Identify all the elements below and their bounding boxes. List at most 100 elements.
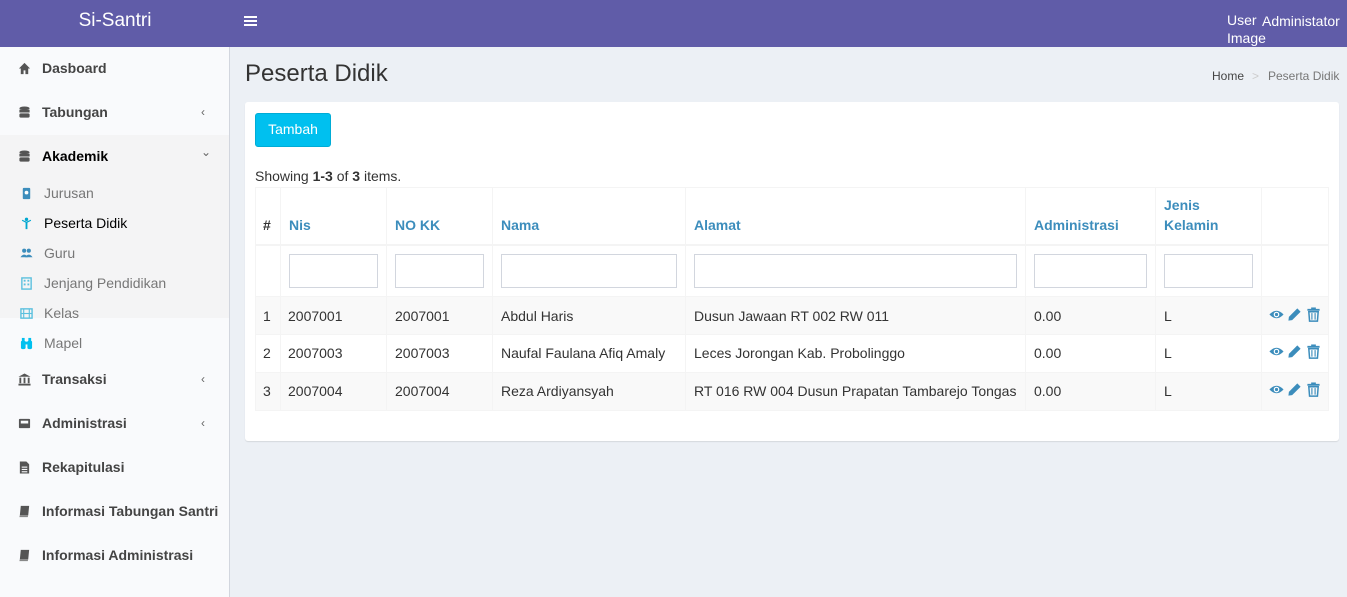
- sidebar-item-label: Tabungan: [42, 104, 108, 120]
- sidebar-item-label: Administrasi: [42, 415, 127, 431]
- table-border: [255, 187, 1329, 188]
- sidebar-item-guru[interactable]: Guru: [0, 238, 229, 268]
- table-border: [280, 187, 281, 410]
- sidebar-item-kelas[interactable]: Kelas: [0, 298, 229, 328]
- sidebar-subitem-label: Jurusan: [44, 185, 94, 201]
- app-name[interactable]: Si-Santri: [79, 0, 152, 42]
- sidebar-item-label: Informasi Tabungan Santri: [42, 503, 219, 519]
- cell-jenis-kelamin: L: [1164, 345, 1172, 361]
- sidebar-subitem-label: Kelas: [44, 305, 80, 321]
- bank-icon: [18, 373, 31, 386]
- column-header-kelamin: Kelamin: [1164, 217, 1219, 233]
- summary-suffix: items.: [360, 168, 402, 184]
- cell-number: 3: [263, 383, 271, 399]
- binoculars-icon: [20, 337, 33, 350]
- breadcrumb-separator: >: [1252, 69, 1260, 83]
- sidebar-item-jenjang-pendidikan[interactable]: Jenjang Pendidikan: [0, 268, 229, 298]
- view-eye-icon[interactable]: [1269, 344, 1284, 359]
- cell-no-kk: 2007003: [395, 345, 450, 361]
- column-header-administrasi[interactable]: Administrasi: [1034, 215, 1119, 235]
- sidebar-item-peserta-didik[interactable]: Peserta Didik: [0, 208, 229, 238]
- breadcrumb-home[interactable]: Home: [1212, 69, 1244, 83]
- row-actions: [1269, 344, 1325, 360]
- cell-nis: 2007001: [288, 308, 343, 324]
- sidebar-item-dasboard[interactable]: Dasboard: [0, 47, 229, 91]
- sidebar-item-jurusan[interactable]: Jurusan: [0, 178, 229, 208]
- breadcrumb-current: Peserta Didik: [1268, 69, 1340, 83]
- user-name[interactable]: Administator: [1262, 13, 1340, 29]
- sidebar-subitem-label: Peserta Didik: [44, 215, 128, 231]
- sidebar-item-tabungan[interactable]: Tabungan ‹: [0, 91, 229, 135]
- filter-jenis-kelamin-input[interactable]: [1164, 254, 1253, 288]
- summary-text: Showing 1-3 of 3 items.: [255, 168, 401, 184]
- table-border: [1261, 187, 1262, 410]
- column-header-nama[interactable]: Nama: [501, 215, 539, 235]
- filter-nama-input[interactable]: [501, 254, 677, 288]
- book-icon: [19, 505, 30, 518]
- cell-nis: 2007004: [288, 383, 343, 399]
- edit-pencil-icon[interactable]: [1287, 307, 1302, 322]
- delete-trash-icon[interactable]: [1306, 344, 1321, 359]
- filter-administrasi-input[interactable]: [1034, 254, 1147, 288]
- sidebar-item-transaksi[interactable]: Transaksi ‹: [0, 358, 229, 402]
- table-border: [1025, 187, 1026, 410]
- filter-alamat-input[interactable]: [694, 254, 1017, 288]
- row-actions: [1269, 307, 1325, 323]
- column-header-alamat[interactable]: Alamat: [694, 215, 741, 235]
- sidebar-subitem-label: Jenjang Pendidikan: [44, 275, 167, 291]
- edit-pencil-icon[interactable]: [1287, 344, 1302, 359]
- sidebar-item-informasi-tabungan-santri[interactable]: Informasi Tabungan Santri: [0, 490, 229, 534]
- edit-pencil-icon[interactable]: [1287, 382, 1302, 397]
- cell-jenis-kelamin: L: [1164, 383, 1172, 399]
- sidebar-item-informasi-administrasi[interactable]: Informasi Administrasi: [0, 534, 229, 578]
- cell-alamat: Leces Jorongan Kab. Probolinggo: [694, 345, 905, 361]
- filter-no-kk-input[interactable]: [395, 254, 484, 288]
- top-header: Si-Santri User Image Administator: [0, 0, 1347, 47]
- home-icon: [18, 62, 31, 75]
- film-icon: [20, 308, 33, 319]
- table-border: [492, 187, 493, 410]
- column-header-jenis: Jenis: [1164, 197, 1200, 213]
- table-border: [255, 372, 1329, 373]
- add-button[interactable]: Tambah: [255, 113, 331, 147]
- column-header-nis[interactable]: Nis: [289, 215, 311, 235]
- child-icon: [21, 217, 32, 230]
- column-header-jenis-kelamin[interactable]: Jenis Kelamin: [1164, 195, 1218, 235]
- sidebar-subitem-label: Mapel: [44, 335, 83, 351]
- cell-number: 1: [263, 308, 271, 324]
- column-header-no-kk[interactable]: NO KK: [395, 215, 440, 235]
- chevron-left-icon: ‹: [201, 105, 205, 119]
- table-border: [255, 334, 1329, 335]
- view-eye-icon[interactable]: [1269, 307, 1284, 322]
- cell-number: 2: [263, 345, 271, 361]
- cell-nis: 2007003: [288, 345, 343, 361]
- app-logo[interactable]: Si-Santri: [0, 0, 230, 47]
- view-eye-icon[interactable]: [1269, 382, 1284, 397]
- table-border: [1328, 187, 1329, 410]
- sidebar-toggle-icon[interactable]: [244, 14, 258, 28]
- sidebar: Dasboard Tabungan ‹ Akademik ⌄ Jurusan P…: [0, 47, 230, 597]
- cell-jenis-kelamin: L: [1164, 308, 1172, 324]
- sidebar-item-mapel[interactable]: Mapel: [0, 328, 229, 358]
- table-border: [685, 187, 686, 410]
- column-header-number: #: [263, 217, 271, 233]
- user-image[interactable]: User Image: [1227, 11, 1266, 47]
- cell-administrasi: 0.00: [1034, 308, 1062, 324]
- table-border: [1155, 187, 1156, 410]
- sidebar-item-administrasi[interactable]: Administrasi ‹: [0, 402, 229, 446]
- delete-trash-icon[interactable]: [1306, 307, 1321, 322]
- delete-trash-icon[interactable]: [1306, 382, 1321, 397]
- table-border: [255, 244, 1329, 246]
- cell-no-kk: 2007004: [395, 383, 450, 399]
- filter-nis-input[interactable]: [289, 254, 378, 288]
- sidebar-item-rekapitulasi[interactable]: Rekapitulasi: [0, 446, 229, 490]
- chevron-left-icon: ‹: [201, 372, 205, 386]
- cell-administrasi: 0.00: [1034, 383, 1062, 399]
- table-border: [255, 187, 256, 410]
- cell-alamat: Dusun Jawaan RT 002 RW 011: [694, 308, 890, 324]
- sidebar-item-label: Dasboard: [42, 60, 107, 76]
- id-badge-icon: [22, 187, 31, 200]
- sidebar-item-akademik[interactable]: Akademik ⌄: [0, 135, 229, 179]
- chevron-left-icon: ‹: [201, 416, 205, 430]
- building-icon: [21, 277, 32, 290]
